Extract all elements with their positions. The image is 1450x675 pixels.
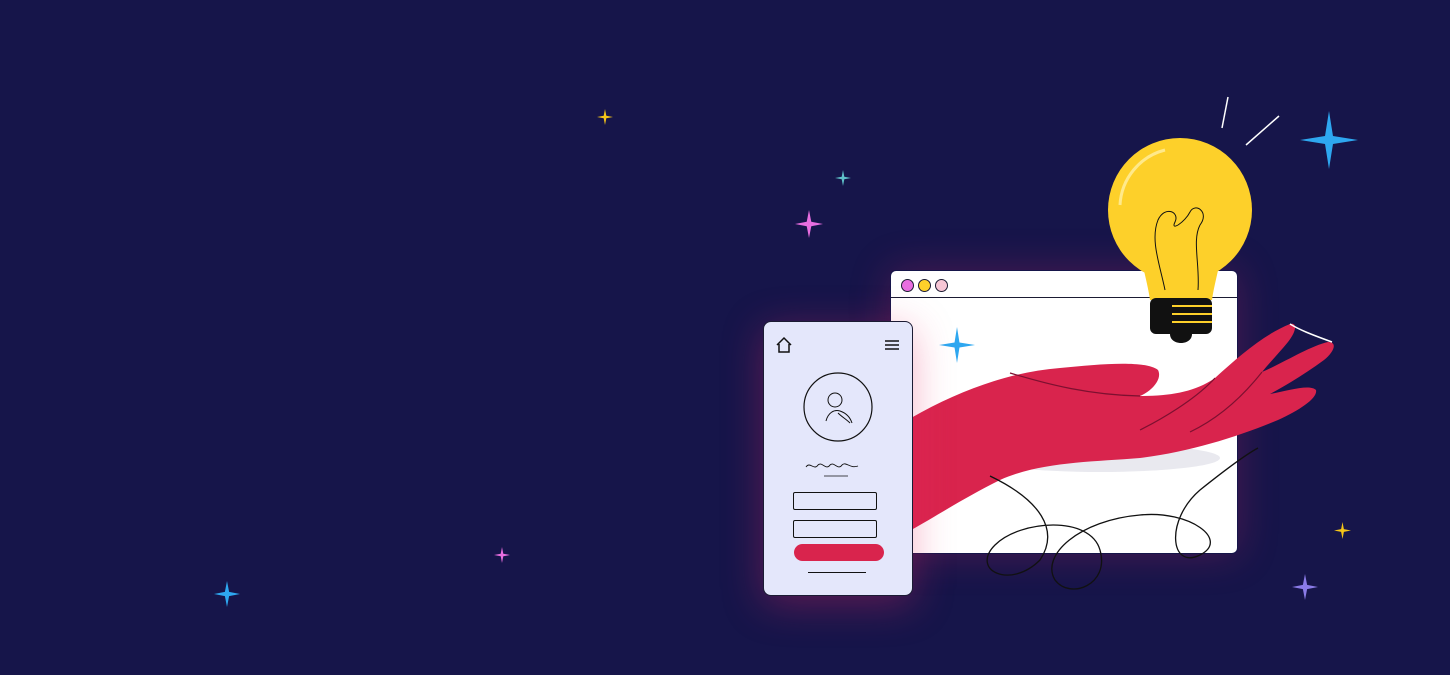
browser-window: [890, 270, 1238, 554]
menu-icon: [885, 340, 899, 350]
footer-line: [808, 572, 866, 573]
sparkle-icon: [795, 210, 823, 238]
user-avatar-icon: [803, 372, 873, 442]
username-field[interactable]: [793, 492, 877, 510]
sparkle-icon: [597, 109, 613, 125]
password-field[interactable]: [793, 520, 877, 538]
browser-title-bar: [891, 271, 1237, 298]
phone-mockup: [763, 321, 913, 596]
sparkle-icon: [835, 170, 851, 186]
hero-illustration: [0, 0, 1450, 675]
sparkle-icon: [1300, 111, 1358, 169]
window-maximize-dot: [935, 279, 948, 292]
home-icon: [776, 336, 792, 353]
sparkle-icon: [1292, 574, 1318, 600]
sparkle-icon: [939, 327, 975, 363]
name-scribble: [805, 463, 859, 477]
window-close-dot: [901, 279, 914, 292]
sparkle-icon: [1334, 522, 1351, 539]
submit-button[interactable]: [794, 544, 884, 561]
sparkle-icon: [214, 581, 240, 607]
window-minimize-dot: [918, 279, 931, 292]
sparkle-icon: [494, 547, 510, 563]
